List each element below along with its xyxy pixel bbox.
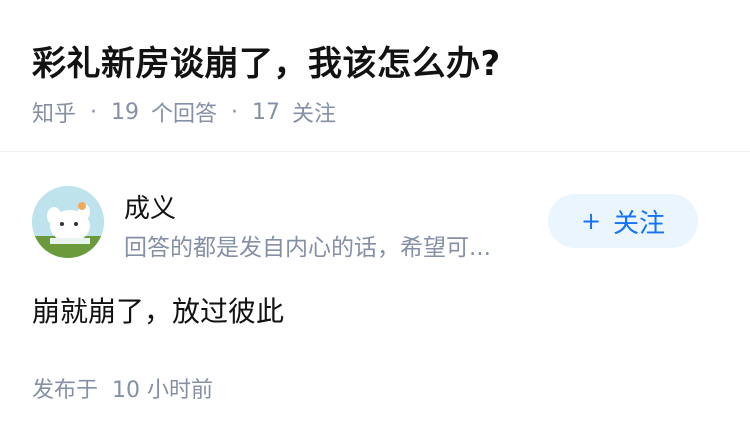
answer-content[interactable]: 崩就崩了，放过彼此 xyxy=(32,290,284,330)
author-bio: 回答的都是发自内心的话，希望可... xyxy=(124,235,491,261)
avatar[interactable] xyxy=(32,186,104,258)
answers-count: 19 xyxy=(111,99,140,125)
followers-count: 17 xyxy=(252,99,281,125)
plus-icon: + xyxy=(580,207,602,235)
publish-label: 发布于 xyxy=(32,378,99,403)
follow-button[interactable]: + 关注 xyxy=(548,194,698,248)
answers-label: 个回答 xyxy=(151,102,218,127)
followers-label: 关注 xyxy=(292,102,337,127)
separator-dot: · xyxy=(231,99,239,125)
question-title[interactable]: 彩礼新房谈崩了，我该怎么办? xyxy=(32,36,501,85)
follow-button-label: 关注 xyxy=(613,208,666,239)
publish-time: 10 小时前 xyxy=(112,378,214,403)
publish-info: 发布于 10 小时前 xyxy=(32,372,213,404)
separator-dot: · xyxy=(90,99,98,125)
question-meta: 知乎 · 19 个回答 · 17 关注 xyxy=(32,96,336,128)
divider xyxy=(0,151,750,152)
source-label: 知乎 xyxy=(32,102,77,127)
cartoon-cat-avatar-icon xyxy=(32,186,104,258)
author-name[interactable]: 成义 xyxy=(124,188,176,225)
